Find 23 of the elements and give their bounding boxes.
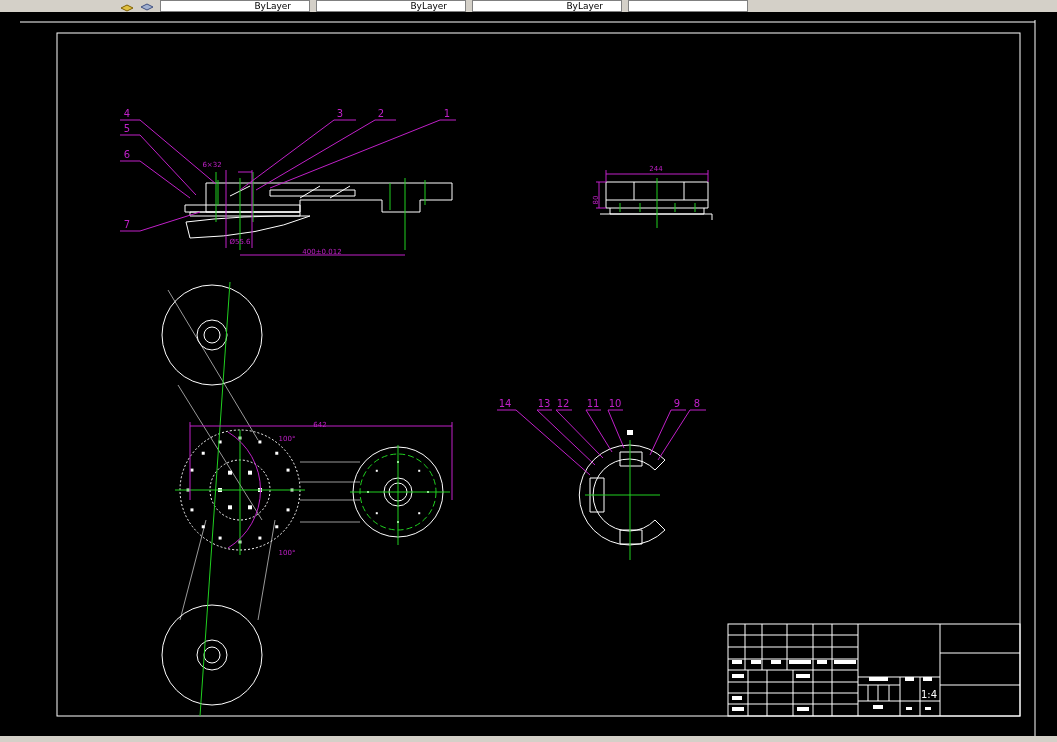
part-number-label: 12 [556, 398, 570, 409]
part-number-label: 4 [123, 108, 131, 119]
property-dropdown[interactable]: ByLayer [472, 0, 622, 12]
part-number-label: 10 [608, 398, 622, 409]
part-number-label: 5 [123, 123, 131, 134]
part-number-label: 8 [693, 398, 701, 409]
property-dropdown[interactable]: ByLayer [316, 0, 466, 12]
part-number-label: 9 [673, 398, 681, 409]
leader-line [657, 409, 707, 461]
part-number-label: 11 [586, 398, 600, 409]
part-number-label: 13 [537, 398, 551, 409]
part-number-label: 14 [498, 398, 512, 409]
scale-label: 1:4 [920, 689, 938, 700]
part-number-label: 7 [123, 219, 131, 230]
layers-icon[interactable] [140, 2, 154, 12]
leader-line [649, 409, 687, 456]
part-number-label: 1 [443, 108, 451, 119]
layer-icon[interactable] [120, 2, 134, 12]
part-number-label: 3 [336, 108, 344, 119]
property-dropdown[interactable]: ByLayer [160, 0, 310, 12]
part-number-label: 2 [377, 108, 385, 119]
part-number-label: 6 [123, 149, 131, 160]
color-dropdown[interactable] [628, 0, 748, 12]
